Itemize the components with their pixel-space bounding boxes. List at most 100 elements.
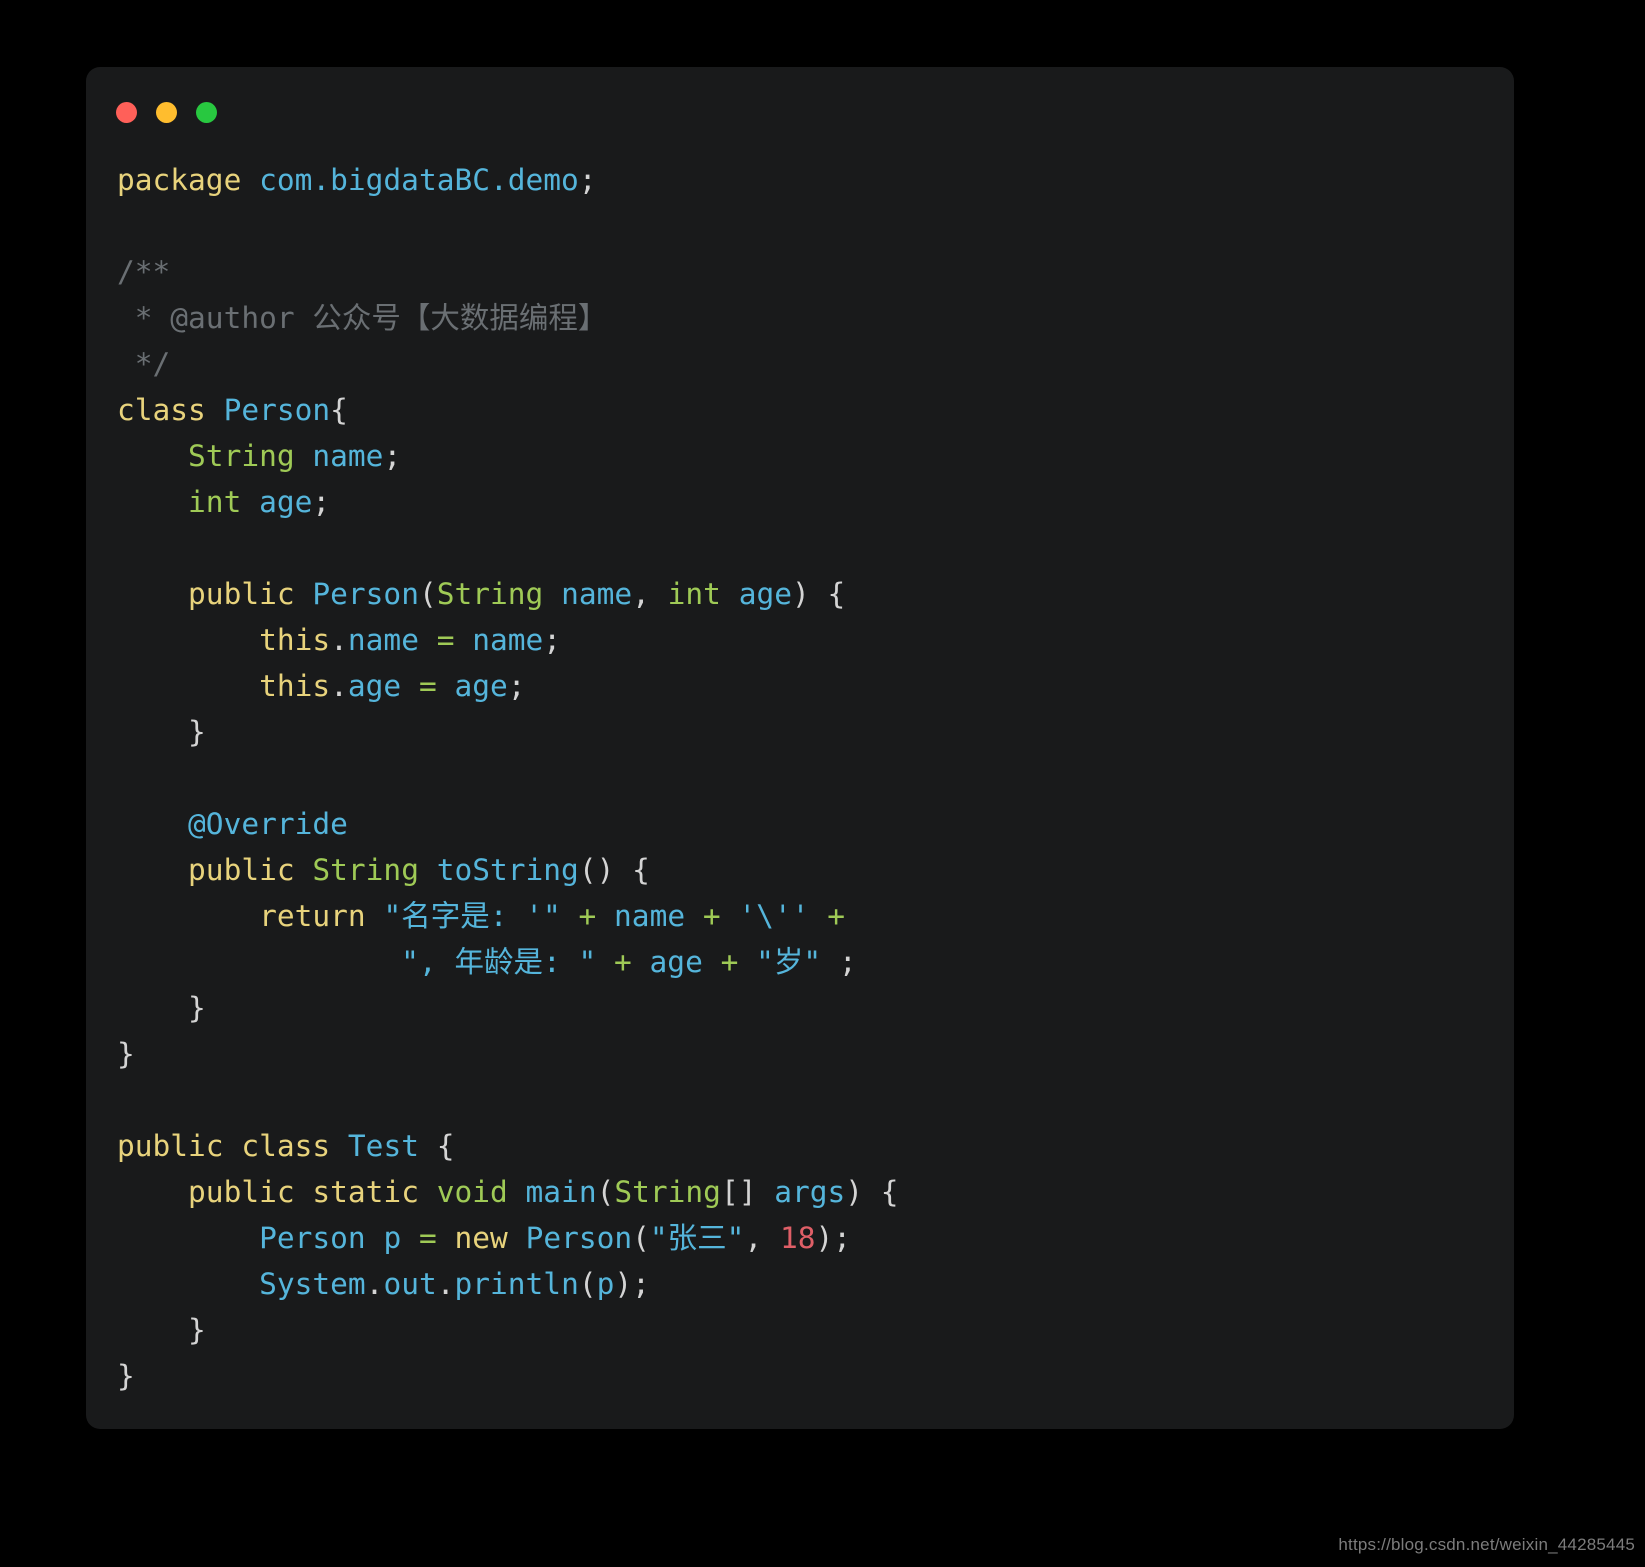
code-token-string: ", 年龄是: " (401, 945, 597, 979)
code-token-punctuation: ; (383, 439, 402, 473)
code-token-identifier: age (347, 669, 402, 703)
code-token-identifier: name (472, 623, 544, 657)
code-token-punctuation (295, 577, 313, 611)
code-token-punctuation: ( (578, 1267, 597, 1301)
code-line: Person p = new Person("张三", 18); (117, 1215, 1500, 1261)
code-token-punctuation (721, 899, 739, 933)
code-token-operator: = (418, 1221, 437, 1255)
code-token-comment: */ (117, 347, 171, 381)
code-token-punctuation (117, 669, 259, 703)
code-token-identifier: age (259, 485, 313, 519)
code-block[interactable]: package com.bigdataBC.demo; /** * @autho… (117, 157, 1500, 1419)
code-line: this.name = name; (117, 617, 1500, 663)
code-line: } (117, 709, 1500, 755)
code-token-punctuation (206, 393, 224, 427)
code-token-identifier: Person (259, 1221, 366, 1255)
code-line: } (117, 1307, 1500, 1353)
code-token-punctuation (703, 945, 721, 979)
code-token-type: String (614, 1175, 721, 1209)
code-token-punctuation (401, 669, 419, 703)
code-line: System.out.println(p); (117, 1261, 1500, 1307)
code-token-punctuation: ( (596, 1175, 615, 1209)
code-token-punctuation (117, 1267, 259, 1301)
code-token-punctuation: () { (578, 853, 650, 887)
code-token-punctuation (508, 1175, 526, 1209)
code-token-punctuation: ( (418, 577, 437, 611)
code-token-keyword: static (312, 1175, 419, 1209)
code-token-keyword: public (188, 853, 295, 887)
code-token-identifier: println (454, 1267, 579, 1301)
code-token-punctuation (117, 623, 259, 657)
code-token-punctuation (419, 1175, 437, 1209)
code-token-identifier: Test (347, 1129, 419, 1163)
code-line: public String toString() { (117, 847, 1500, 893)
minimize-icon[interactable] (156, 102, 177, 123)
code-token-operator: + (720, 945, 739, 979)
code-token-punctuation (117, 1175, 188, 1209)
code-line: class Person{ (117, 387, 1500, 433)
watermark-url: https://blog.csdn.net/weixin_44285445 (1338, 1535, 1635, 1554)
code-token-punctuation: ); (815, 1221, 852, 1255)
code-token-identifier: Person (525, 1221, 633, 1255)
code-token-keyword: package (117, 163, 242, 197)
code-token-punctuation (508, 1221, 526, 1255)
code-token-annotation: @Override (188, 807, 348, 841)
code-line: public class Test { (117, 1123, 1500, 1169)
code-token-punctuation: ; (312, 485, 331, 519)
code-token-identifier: name (614, 899, 686, 933)
code-token-punctuation (366, 1221, 384, 1255)
code-token-punctuation: } (117, 715, 206, 749)
code-line: } (117, 985, 1500, 1031)
code-token-punctuation (117, 439, 188, 473)
code-line: } (117, 1353, 1500, 1399)
code-line: */ (117, 341, 1500, 387)
code-token-punctuation: ) { (845, 1175, 899, 1209)
code-token-punctuation (596, 945, 614, 979)
code-token-string: "名字是: '" (383, 899, 561, 933)
code-token-punctuation: , (632, 577, 668, 611)
code-token-punctuation: { (330, 393, 348, 427)
code-token-type: void (436, 1175, 508, 1209)
code-token-punctuation: ) { (792, 577, 846, 611)
code-token-identifier: System (259, 1267, 366, 1301)
code-token-punctuation (330, 1129, 348, 1163)
code-token-punctuation (224, 1129, 242, 1163)
code-token-type: String (312, 853, 419, 887)
code-line: public static void main(String[] args) { (117, 1169, 1500, 1215)
code-token-keyword: return (259, 899, 366, 933)
code-token-punctuation (738, 945, 756, 979)
code-window-card: package com.bigdataBC.demo; /** * @autho… (86, 67, 1514, 1429)
code-token-keyword: class (241, 1129, 331, 1163)
code-token-punctuation (117, 807, 188, 841)
code-token-punctuation (632, 945, 650, 979)
code-token-punctuation (454, 623, 472, 657)
code-token-comment: /** (117, 255, 171, 289)
code-token-keyword: public (188, 577, 295, 611)
window-controls (116, 102, 217, 123)
code-token-identifier: out (383, 1267, 437, 1301)
code-token-punctuation: . (365, 1267, 384, 1301)
maximize-icon[interactable] (196, 102, 217, 123)
code-token-identifier: age (454, 669, 508, 703)
code-token-punctuation (685, 899, 703, 933)
code-token-type: String (436, 577, 544, 611)
code-token-punctuation (117, 899, 259, 933)
code-line: int age; (117, 479, 1500, 525)
code-token-punctuation (117, 945, 401, 979)
code-token-operator: + (702, 899, 721, 933)
code-line: @Override (117, 801, 1500, 847)
code-line: public Person(String name, int age) { (117, 571, 1500, 617)
code-token-punctuation (561, 899, 579, 933)
code-token-punctuation (543, 577, 561, 611)
code-token-punctuation: ; (578, 163, 597, 197)
close-icon[interactable] (116, 102, 137, 123)
code-token-keyword: public (117, 1129, 224, 1163)
code-token-punctuation: ; (507, 669, 526, 703)
code-token-punctuation (366, 899, 384, 933)
code-token-identifier: name (347, 623, 419, 657)
code-token-comment: * @author 公众号【大数据编程】 (117, 301, 608, 335)
